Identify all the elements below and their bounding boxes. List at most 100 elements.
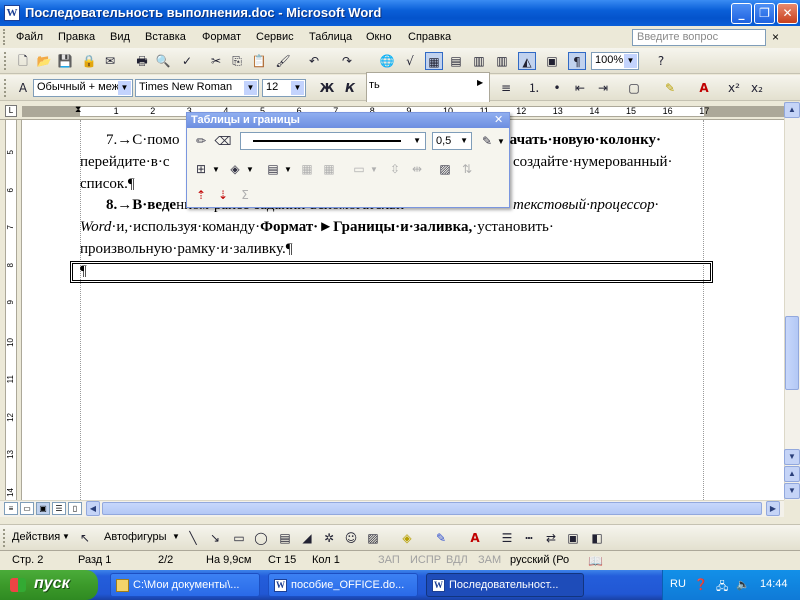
bold-button[interactable]: Ж bbox=[318, 79, 336, 97]
vertical-scroll-thumb[interactable] bbox=[785, 316, 799, 390]
menu-window[interactable]: Окно bbox=[366, 31, 392, 43]
previous-page-button[interactable]: ▲ bbox=[784, 466, 800, 482]
menu-insert[interactable]: Вставка bbox=[145, 31, 186, 43]
drawing-icon[interactable]: ◭ bbox=[518, 52, 536, 70]
menu-view[interactable]: Вид bbox=[110, 31, 130, 43]
chevron-down-icon[interactable]: ▼ bbox=[246, 165, 254, 174]
borders-icon[interactable]: ▢ bbox=[625, 79, 643, 97]
normal-view-button[interactable]: ≡ bbox=[4, 502, 18, 515]
actions-menu[interactable]: Действия bbox=[12, 531, 60, 543]
print-layout-button[interactable]: ▣ bbox=[36, 502, 50, 515]
format-painter-icon[interactable]: 🖌 bbox=[274, 52, 292, 70]
save-icon[interactable]: 💾 bbox=[56, 52, 74, 70]
align-cell-icon[interactable]: ▭ bbox=[350, 160, 368, 178]
new-document-icon[interactable]: 🗋 bbox=[14, 52, 32, 70]
picture-icon[interactable]: ▨ bbox=[364, 529, 382, 547]
close-window-button[interactable]: ✕ bbox=[777, 3, 798, 24]
network-tray-icon[interactable]: 🖧 bbox=[716, 578, 728, 597]
select-objects-icon[interactable]: ↖ bbox=[76, 529, 94, 547]
word-app-icon[interactable]: W bbox=[4, 5, 20, 21]
sort-descending-icon[interactable]: ⇣ bbox=[214, 186, 232, 204]
toolbar-grip[interactable] bbox=[4, 52, 7, 70]
chevron-down-icon[interactable]: ▼ bbox=[291, 81, 304, 95]
eraser-icon[interactable]: ⌫ bbox=[214, 132, 232, 150]
status-overtype[interactable]: ЗАМ bbox=[478, 554, 501, 566]
language-indicator[interactable]: RU bbox=[670, 578, 686, 590]
arrow-style-icon[interactable]: ⇄ bbox=[542, 529, 560, 547]
chevron-down-icon[interactable]: ▼ bbox=[284, 165, 292, 174]
text-direction-icon[interactable]: ⇅ bbox=[458, 160, 476, 178]
copy-icon[interactable]: ⎘ bbox=[228, 52, 246, 70]
distribute-rows-icon[interactable]: ⇳ bbox=[386, 160, 404, 178]
document-map-icon[interactable]: ▣ bbox=[543, 52, 561, 70]
vertical-scrollbar[interactable] bbox=[784, 102, 800, 500]
tables-borders-icon[interactable]: ▦ bbox=[425, 52, 443, 70]
status-track-changes[interactable]: ИСПР bbox=[410, 554, 441, 566]
line-icon[interactable]: ╲ bbox=[184, 529, 202, 547]
columns-icon[interactable]: ▥ bbox=[493, 52, 511, 70]
bullets-icon[interactable]: • bbox=[548, 79, 566, 97]
help-tray-icon[interactable]: ❓ bbox=[694, 578, 708, 591]
chevron-down-icon[interactable]: ▼ bbox=[624, 54, 637, 68]
close-document-icon[interactable]: × bbox=[772, 30, 779, 44]
maximize-button[interactable]: ❐ bbox=[754, 3, 775, 24]
styles-icon[interactable]: A bbox=[14, 79, 32, 97]
chevron-down-icon[interactable]: ▼ bbox=[460, 136, 468, 145]
italic-button[interactable]: К bbox=[341, 79, 359, 97]
chevron-down-icon[interactable]: ▼ bbox=[413, 136, 421, 145]
insert-excel-icon[interactable]: ▥ bbox=[470, 52, 488, 70]
shadow-icon[interactable]: ▣ bbox=[564, 529, 582, 547]
rectangle-icon[interactable]: ▭ bbox=[230, 529, 248, 547]
line-color-icon[interactable]: ✎ bbox=[432, 529, 450, 547]
bordered-paragraph-frame[interactable] bbox=[70, 261, 713, 283]
status-extend[interactable]: ВДЛ bbox=[446, 554, 468, 566]
next-page-button[interactable]: ▼ bbox=[784, 483, 800, 499]
border-color-icon[interactable]: ✎ bbox=[478, 132, 496, 150]
chevron-down-icon[interactable]: ▼ bbox=[172, 532, 180, 541]
volume-tray-icon[interactable]: 🔈 bbox=[736, 578, 750, 591]
toolbar-grip[interactable] bbox=[3, 529, 6, 547]
cut-icon[interactable]: ✂ bbox=[207, 52, 225, 70]
insert-table-icon[interactable]: ▤ bbox=[447, 52, 465, 70]
clip-art-icon[interactable]: ☺ bbox=[342, 529, 360, 547]
zoom-combo[interactable]: 100% ▼ bbox=[591, 52, 639, 70]
equation-icon[interactable]: √ bbox=[401, 52, 419, 70]
line-style-combo[interactable]: ▼ bbox=[240, 132, 426, 150]
status-record[interactable]: ЗАП bbox=[378, 554, 400, 566]
chevron-down-icon[interactable]: ▼ bbox=[497, 137, 505, 146]
email-icon[interactable]: ✉ bbox=[101, 52, 119, 70]
doc-line[interactable]: произвольную·рамку·и·заливку.¶ bbox=[80, 241, 705, 258]
scroll-right-button[interactable]: ▶ bbox=[766, 501, 780, 516]
autoshapes-menu[interactable]: Автофигуры bbox=[104, 531, 167, 543]
outline-view-button[interactable]: ☰ bbox=[52, 502, 66, 515]
font-color-icon[interactable]: A bbox=[466, 529, 484, 547]
split-cells-icon[interactable]: ▦ bbox=[320, 160, 338, 178]
table-autoformat-icon[interactable]: ▨ bbox=[436, 160, 454, 178]
permission-icon[interactable]: 🔒 bbox=[80, 52, 98, 70]
menu-help[interactable]: Справка bbox=[408, 31, 451, 43]
horizontal-scroll-thumb[interactable] bbox=[102, 502, 762, 515]
menu-bar-grip[interactable] bbox=[3, 29, 6, 45]
outside-border-icon[interactable]: ⊞ bbox=[192, 160, 210, 178]
taskbar-button-doc2[interactable]: W Последовательност... bbox=[426, 573, 584, 597]
reading-view-button[interactable]: ▯ bbox=[68, 502, 82, 515]
open-folder-icon[interactable]: 📂 bbox=[35, 52, 53, 70]
line-weight-combo[interactable]: 0,5 ▼ bbox=[432, 132, 472, 150]
menu-file[interactable]: Файл bbox=[16, 31, 43, 43]
autosum-icon[interactable]: Σ bbox=[236, 186, 254, 204]
decrease-indent-icon[interactable]: ⇤ bbox=[571, 79, 589, 97]
numbering-icon[interactable]: ⒈ bbox=[525, 79, 543, 97]
font-size-combo[interactable]: 12 ▼ bbox=[262, 79, 306, 97]
highlight-icon[interactable]: ✎ bbox=[661, 79, 679, 97]
scroll-down-button[interactable]: ▼ bbox=[784, 449, 800, 465]
fill-color-icon[interactable]: ◈ bbox=[398, 529, 416, 547]
menu-peek-item[interactable]: ть bbox=[369, 79, 380, 91]
minimize-button[interactable]: _ bbox=[731, 3, 752, 24]
doc-line[interactable]: Word·и,·используя·команду·Формат·►Границ… bbox=[80, 219, 705, 236]
hyperlink-icon[interactable]: 🌐 bbox=[378, 52, 396, 70]
chevron-down-icon[interactable]: ▼ bbox=[212, 165, 220, 174]
paragraph-mark[interactable]: ¶ bbox=[80, 263, 87, 280]
close-icon[interactable]: ✕ bbox=[494, 113, 503, 126]
taskbar-button-explorer[interactable]: C:\Мои документы\... bbox=[110, 573, 260, 597]
tables-borders-title[interactable]: Таблицы и границы bbox=[187, 113, 509, 128]
